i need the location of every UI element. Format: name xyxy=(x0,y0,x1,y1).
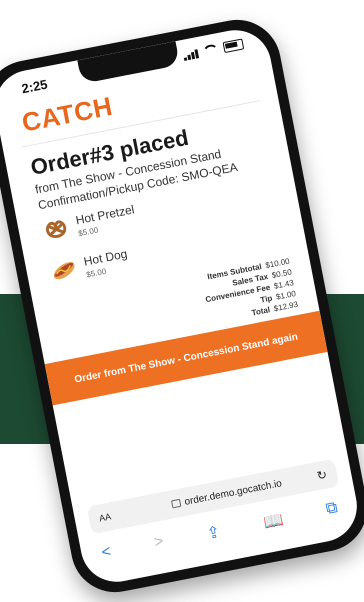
reload-icon[interactable]: ↻ xyxy=(316,467,329,483)
phone-screen: 2:25 CATCH Order#3 placed from The Show … xyxy=(0,24,364,588)
hot-dog-icon xyxy=(53,262,75,280)
battery-icon xyxy=(222,38,245,54)
order-totals: Items Subtotal $10.00 Sales Tax $0.50 Conv… xyxy=(200,256,299,327)
notch xyxy=(77,41,181,84)
wifi-icon xyxy=(201,43,220,58)
order-item: Hot Dog $5.00 xyxy=(49,246,130,285)
status-icons xyxy=(182,38,245,61)
order-again-button[interactable]: Order from The Show - Concession Stand a… xyxy=(44,310,328,406)
url-display[interactable]: order.demo.gocatch.io xyxy=(171,478,283,510)
reader-aa-button[interactable]: AA xyxy=(98,511,112,523)
tabs-icon[interactable]: ⧉ xyxy=(324,499,339,521)
url-text: order.demo.gocatch.io xyxy=(183,477,283,508)
signal-icon xyxy=(182,48,200,61)
status-time: 2:25 xyxy=(20,76,49,97)
bookmarks-icon[interactable]: 📖 xyxy=(262,510,285,533)
forward-icon[interactable]: > xyxy=(153,533,166,554)
lock-icon xyxy=(171,498,182,509)
pretzel-icon xyxy=(45,220,67,239)
back-icon[interactable]: < xyxy=(100,543,113,564)
phone: 2:25 CATCH Order#3 placed from The Show … xyxy=(0,12,364,600)
totals-label: Total xyxy=(250,305,271,318)
share-icon[interactable]: ⇪ xyxy=(205,522,222,544)
